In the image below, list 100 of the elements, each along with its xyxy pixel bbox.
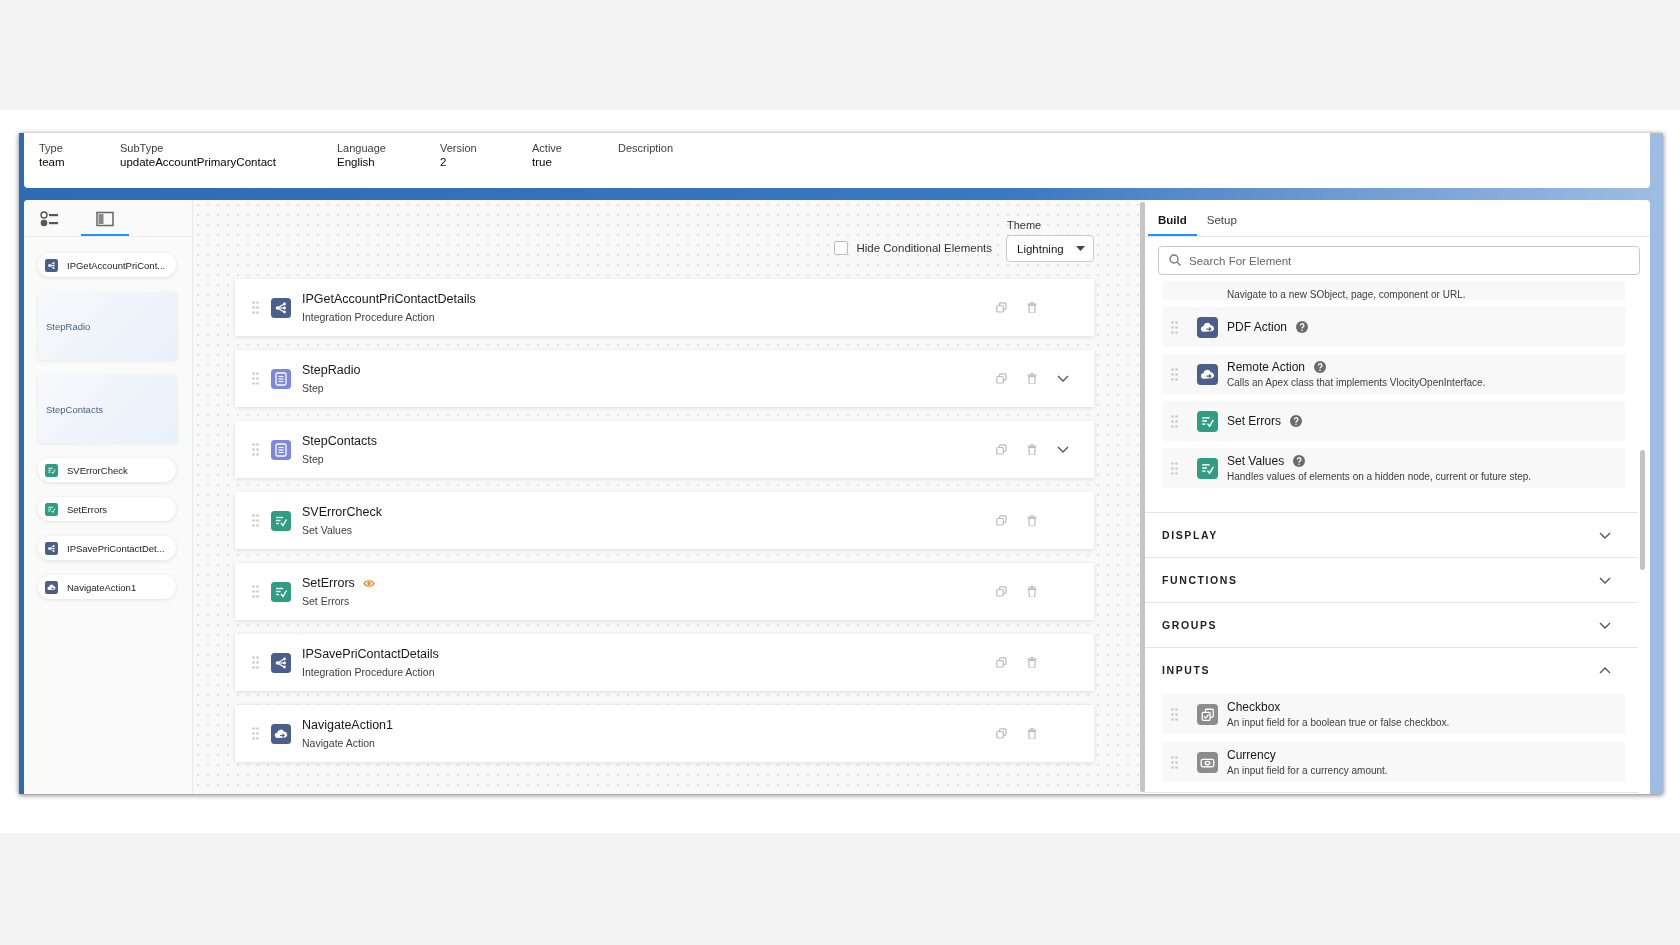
element-pill[interactable]: IPSavePriContactDet... [38, 536, 176, 560]
help-icon[interactable] [1296, 321, 1309, 333]
palette-item[interactable]: Currency An input field for a currency amount. [1163, 742, 1625, 782]
nodes-icon [271, 297, 291, 318]
step-block[interactable]: StepRadio [38, 292, 177, 360]
element-card[interactable]: IPGetAccountPriContactDetails Integration Procedure Action [235, 279, 1094, 336]
theme-select[interactable]: Lightning [1006, 235, 1094, 262]
element-name: StepRadio [302, 363, 361, 377]
field-label: SubType [120, 142, 164, 154]
chevron-up-icon[interactable] [1599, 665, 1611, 675]
drag-handle-icon[interactable] [252, 585, 259, 598]
drag-handle-icon[interactable] [252, 372, 259, 385]
trash-icon[interactable] [1027, 373, 1037, 384]
trash-icon[interactable] [1027, 302, 1037, 313]
tab[interactable]: Setup [1196, 214, 1247, 236]
element-name: SVErrorCheck [302, 505, 382, 519]
section-header[interactable]: DISPLAY [1145, 513, 1638, 557]
drag-handle-icon[interactable] [252, 443, 259, 456]
cloud-icon [45, 580, 58, 594]
element-type: Integration Procedure Action [302, 666, 436, 678]
element-pill[interactable]: IPGetAccountPriCont... [38, 253, 176, 277]
element-description: An input field for a currency amount. [1227, 765, 1388, 776]
copy-icon[interactable] [996, 515, 1007, 526]
checkbox-icon [1197, 703, 1218, 725]
element-name: IPSavePriContactDetails [302, 647, 439, 661]
list-icon [271, 439, 291, 460]
drag-handle-icon[interactable] [1171, 367, 1178, 381]
help-icon[interactable] [1290, 415, 1302, 427]
lines-check-icon [271, 510, 291, 531]
chevron-down-icon[interactable] [1057, 374, 1069, 383]
chevron-down-icon[interactable] [1057, 445, 1069, 454]
drag-handle-icon[interactable] [252, 301, 259, 314]
trash-icon[interactable] [1027, 586, 1037, 597]
drag-handle-icon[interactable] [252, 727, 259, 740]
element-description: Navigate to a new SObject, page, component or URL. [1227, 289, 1466, 300]
drag-handle-icon[interactable] [1171, 461, 1178, 475]
field-value: updateAccountPrimaryContact [120, 156, 276, 168]
chevron-down-icon[interactable] [1599, 575, 1611, 585]
copy-icon[interactable] [996, 728, 1007, 739]
drag-handle-icon[interactable] [1171, 320, 1178, 334]
element-card[interactable]: SVErrorCheck Set Values [235, 492, 1094, 549]
help-icon[interactable] [1293, 455, 1306, 467]
checkbox-label: Hide Conditional Elements [856, 242, 992, 254]
chevron-down-icon[interactable] [1599, 620, 1611, 630]
element-card[interactable]: IPSavePriContactDetails Integration Procedure Action [235, 634, 1094, 691]
drag-handle-icon[interactable] [1171, 755, 1178, 769]
element-type: Set Errors [302, 595, 351, 607]
copy-icon[interactable] [996, 444, 1007, 455]
element-card[interactable]: SetErrors Set Errors [235, 563, 1094, 620]
palette-item[interactable]: PDF Action [1163, 307, 1625, 347]
palette-item[interactable]: Set Errors [1163, 401, 1625, 441]
element-name: NavigateAction1 [302, 718, 394, 732]
outline-icon [39, 211, 59, 227]
section-header[interactable]: GROUPS [1145, 603, 1638, 647]
drag-handle-icon[interactable] [1171, 707, 1178, 721]
drag-handle-icon[interactable] [252, 656, 259, 669]
copy-icon[interactable] [996, 302, 1007, 313]
element-type: Step [302, 453, 325, 465]
element-name: Set Errors [1227, 414, 1281, 428]
cloud-icon [271, 723, 291, 744]
element-card[interactable]: StepContacts Step [235, 421, 1094, 478]
checkbox[interactable] [834, 241, 849, 255]
lines-check-icon [1197, 410, 1218, 432]
lines-check-icon [271, 581, 291, 602]
step-block[interactable]: StepContacts [38, 375, 177, 443]
panel-layout-icon [95, 211, 115, 227]
banknote-icon [1197, 751, 1218, 773]
element-pill[interactable]: NavigateAction1 [38, 575, 176, 599]
trash-icon[interactable] [1027, 657, 1037, 668]
nodes-icon [45, 258, 58, 272]
field-label: Active [532, 142, 562, 154]
element-type: Step [302, 382, 325, 394]
element-card[interactable]: StepRadio Step [235, 350, 1094, 407]
trash-icon[interactable] [1027, 515, 1037, 526]
section-header[interactable]: FUNCTIONS [1145, 558, 1638, 602]
copy-icon[interactable] [996, 657, 1007, 668]
search-field[interactable]: Search For Element [1158, 246, 1640, 275]
scrollbar-thumb[interactable] [1640, 450, 1645, 570]
copy-icon[interactable] [996, 373, 1007, 384]
element-name: Currency [1227, 748, 1276, 762]
drag-handle-icon[interactable] [1171, 414, 1178, 428]
search-icon [1169, 254, 1181, 266]
field-label: Type [39, 142, 63, 154]
section-header[interactable]: INPUTS [1145, 648, 1638, 692]
palette-item[interactable]: Checkbox An input field for a boolean true or false checkbox. [1163, 694, 1625, 734]
trash-icon[interactable] [1027, 444, 1037, 455]
element-pill[interactable]: SetErrors [38, 497, 176, 521]
tab[interactable]: Build [1148, 214, 1197, 236]
element-card[interactable]: NavigateAction1 Navigate Action [235, 705, 1094, 762]
copy-icon[interactable] [996, 586, 1007, 597]
pill-label: IPGetAccountPriCont... [67, 259, 166, 271]
trash-icon[interactable] [1027, 728, 1037, 739]
chevron-down-icon[interactable] [1599, 530, 1611, 540]
field-label: Language [337, 142, 386, 154]
palette-item[interactable]: Set Values Handles values of elements on a hidden node, current or future step. [1163, 448, 1625, 488]
drag-handle-icon[interactable] [252, 514, 259, 527]
element-pill[interactable]: SVErrorCheck [38, 458, 176, 482]
scrollbar[interactable] [1140, 202, 1145, 792]
palette-item[interactable]: Remote Action Calls an Apex class that implements VlocityOpenInterface. [1163, 354, 1625, 394]
help-icon[interactable] [1314, 361, 1327, 373]
